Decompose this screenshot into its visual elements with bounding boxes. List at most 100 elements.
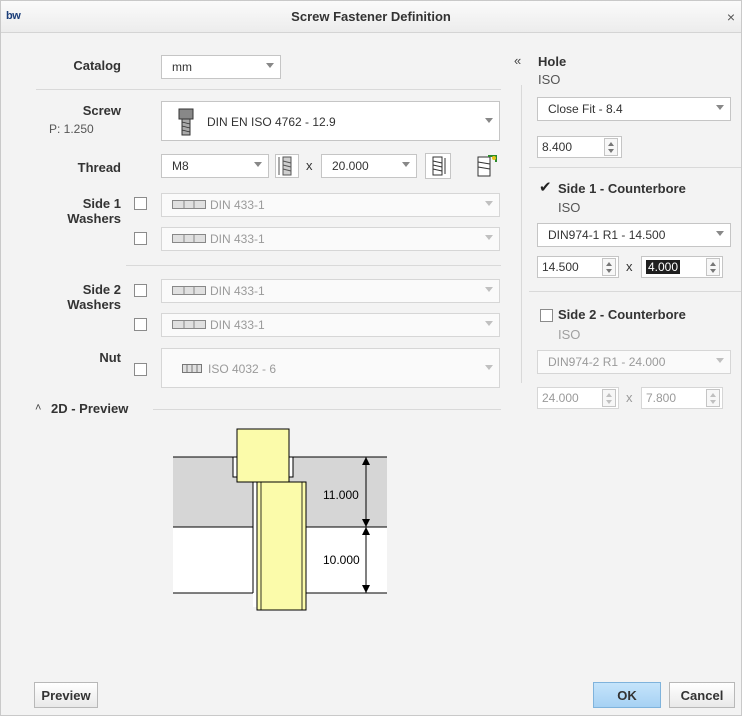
washer-icon — [172, 200, 206, 210]
hole-label: Hole — [538, 54, 567, 69]
side1-washer-a-checkbox[interactable] — [134, 197, 147, 210]
screw-value: DIN EN ISO 4762 - 12.9 — [207, 115, 336, 129]
washer-icon — [172, 286, 206, 296]
screw-dropdown[interactable]: DIN EN ISO 4762 - 12.9 — [161, 101, 500, 141]
nut-dropdown[interactable]: ISO 4032 - 6 — [161, 348, 500, 388]
chevron-down-icon — [266, 63, 274, 68]
side1-counterbore-diameter-value: 14.500 — [542, 260, 579, 274]
divider — [529, 167, 741, 168]
hole-diameter-value: 8.400 — [542, 140, 573, 154]
side2-washer-b-value: DIN 433-1 — [210, 318, 265, 332]
screw-icon — [178, 108, 194, 136]
side1-diameter-spinner[interactable] — [602, 258, 616, 276]
title-bar: bw Screw Fastener Definition × — [1, 1, 741, 33]
thread-size-dropdown[interactable]: M8 — [161, 154, 269, 178]
bolt-shank — [256, 481, 307, 611]
side2-washers-label-2: Washers — [67, 297, 121, 312]
side1-washer-b-checkbox[interactable] — [134, 232, 147, 245]
catalog-value: mm — [172, 60, 192, 74]
side1-washer-a-dropdown[interactable]: DIN 433-1 — [161, 193, 500, 217]
chevron-down-icon — [485, 201, 493, 206]
thread-size-value: M8 — [172, 159, 189, 173]
chevron-down-icon — [485, 118, 493, 123]
hole-standard: ISO — [538, 72, 561, 87]
side2-washer-b-checkbox[interactable] — [134, 318, 147, 331]
divider — [153, 409, 501, 410]
chevron-down-icon — [716, 105, 724, 110]
side2-washer-a-value: DIN 433-1 — [210, 284, 265, 298]
hole-diameter-spinner[interactable] — [604, 138, 618, 156]
side2-counterbore-checkbox[interactable] — [540, 309, 553, 322]
preview-drawing — [173, 428, 387, 611]
side2-washer-a-dropdown[interactable]: DIN 433-1 — [161, 279, 500, 303]
screw-thread-icon — [432, 156, 446, 176]
dimension-top-label: 11.000 — [323, 488, 359, 502]
side2-washers-label-1: Side 2 — [82, 282, 121, 297]
washer-icon — [172, 320, 206, 330]
side2-washer-a-checkbox[interactable] — [134, 284, 147, 297]
chevron-down-icon — [402, 162, 410, 167]
screw-fastener-dialog: bw Screw Fastener Definition × Catalog m… — [0, 0, 742, 716]
chevron-down-icon — [254, 162, 262, 167]
side1-washers-label-1: Side 1 — [82, 196, 121, 211]
times-sign: x — [626, 259, 633, 274]
nut-value: ISO 4032 - 6 — [208, 362, 277, 376]
side1-counterbore-checkbox[interactable]: ✔ — [539, 180, 553, 195]
nut-icon — [182, 364, 202, 373]
side1-washer-b-value: DIN 433-1 — [210, 232, 265, 246]
times-sign: x — [626, 390, 633, 405]
cancel-button[interactable]: Cancel — [669, 682, 735, 708]
close-icon[interactable]: × — [727, 9, 735, 25]
side1-counterbore-label: Side 1 - Counterbore — [558, 181, 686, 196]
side1-washer-a-value: DIN 433-1 — [210, 198, 265, 212]
screw-edit-icon — [477, 155, 497, 177]
chevron-down-icon — [716, 358, 724, 363]
side1-counterbore-dropdown[interactable]: DIN974-1 R1 - 14.500 — [537, 223, 731, 247]
side1-washer-b-dropdown[interactable]: DIN 433-1 — [161, 227, 500, 251]
screw-settings-button[interactable] — [425, 153, 451, 179]
side2-counterbore-standard: ISO — [558, 327, 581, 342]
preview-button[interactable]: Preview — [34, 682, 98, 708]
bolt-head — [236, 428, 290, 483]
side1-counterbore-depth-value: 4.000 — [646, 260, 681, 274]
hole-fit-dropdown[interactable]: Close Fit - 8.4 — [537, 97, 731, 121]
hole-fit-value: Close Fit - 8.4 — [548, 102, 623, 116]
times-sign: x — [306, 158, 313, 173]
divider — [529, 291, 741, 292]
nut-checkbox[interactable] — [134, 363, 147, 376]
side2-diameter-spinner[interactable] — [602, 389, 616, 407]
washer-icon — [172, 234, 206, 244]
side1-counterbore-value: DIN974-1 R1 - 14.500 — [548, 228, 666, 242]
divider — [36, 89, 501, 90]
dimension-bottom-label: 10.000 — [323, 553, 360, 567]
side2-counterbore-value: DIN974-2 R1 - 24.000 — [548, 355, 666, 369]
side1-depth-spinner[interactable] — [706, 258, 720, 276]
chevron-down-icon — [485, 321, 493, 326]
side2-counterbore-depth-value: 7.800 — [646, 391, 677, 405]
side2-washer-b-dropdown[interactable]: DIN 433-1 — [161, 313, 500, 337]
side2-counterbore-diameter-value: 24.000 — [542, 391, 579, 405]
nut-label: Nut — [99, 350, 121, 365]
side2-depth-spinner[interactable] — [706, 389, 720, 407]
thread-length-icon-button[interactable] — [275, 154, 299, 178]
side2-counterbore-dropdown[interactable]: DIN974-2 R1 - 24.000 — [537, 350, 731, 374]
catalog-dropdown[interactable]: mm — [161, 55, 281, 79]
panel-divider — [521, 85, 522, 383]
chevron-down-icon — [485, 235, 493, 240]
edit-screw-button[interactable] — [473, 153, 501, 179]
collapse-right-panel-icon[interactable]: « — [514, 53, 521, 68]
thread-length-dropdown[interactable]: 20.000 — [321, 154, 417, 178]
catalog-label: Catalog — [73, 58, 121, 73]
ok-button[interactable]: OK — [593, 682, 661, 708]
chevron-down-icon — [485, 287, 493, 292]
dialog-title: Screw Fastener Definition — [291, 9, 451, 24]
thread-length-value: 20.000 — [332, 159, 369, 173]
chevron-down-icon — [485, 365, 493, 370]
preview-section-label: 2D - Preview — [51, 401, 129, 416]
screw-label: Screw — [82, 103, 121, 118]
pitch-text: P: 1.250 — [49, 122, 94, 136]
collapse-preview-icon[interactable]: ˄ — [35, 402, 41, 414]
chevron-down-icon — [716, 231, 724, 236]
side2-counterbore-label: Side 2 - Counterbore — [558, 307, 686, 322]
side1-counterbore-standard: ISO — [558, 200, 581, 215]
